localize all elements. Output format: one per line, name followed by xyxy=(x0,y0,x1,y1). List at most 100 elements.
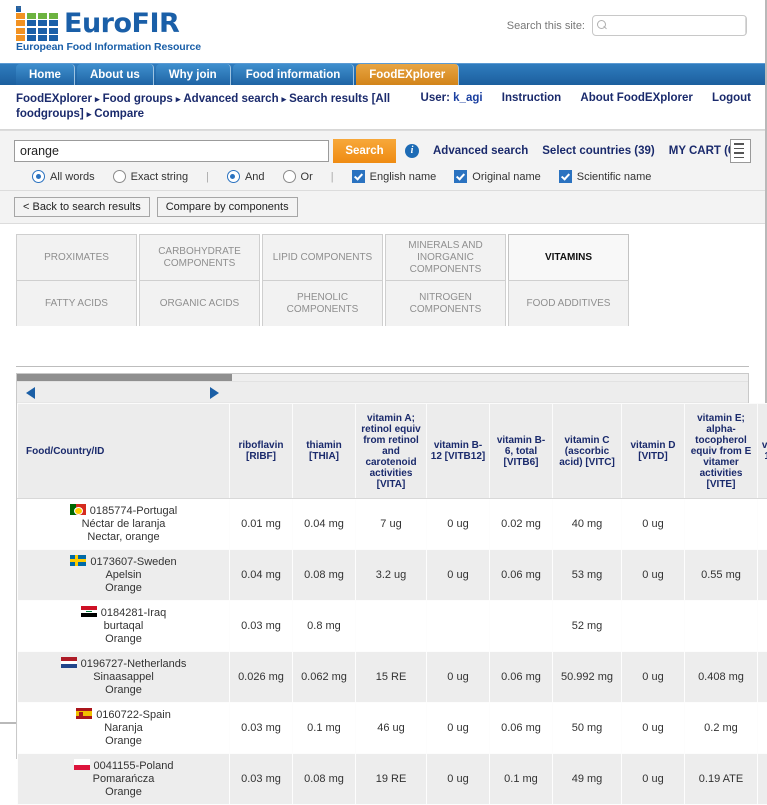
tab-carbohydrate-components[interactable]: CARBOHYDRATE COMPONENTS xyxy=(139,234,260,280)
column-header-vitamin-e[interactable]: vitamin E; alpha-tocopherol equiv from E… xyxy=(685,404,758,499)
tab-filler xyxy=(16,326,137,366)
food-english-name: Orange xyxy=(105,735,142,747)
link-instruction[interactable]: Instruction xyxy=(502,92,561,104)
nav-tab-food-information[interactable]: Food information xyxy=(233,64,355,85)
tab-phenolic-components[interactable]: PHENOLIC COMPONENTS xyxy=(262,280,383,326)
horizontal-scrollbar[interactable] xyxy=(17,374,748,382)
column-header-vitamin-b12[interactable]: vitamin B-12 [VITB12] xyxy=(427,404,490,499)
logo-grid-icon: ™ xyxy=(16,13,58,41)
site-search-input[interactable] xyxy=(593,16,745,35)
nav-tab-why-join[interactable]: Why join xyxy=(156,64,231,85)
tab-organic-acids[interactable]: ORGANIC ACIDS xyxy=(139,280,260,326)
option-exact-string[interactable]: Exact string xyxy=(113,170,188,183)
nav-tab-about-us[interactable]: About us xyxy=(77,64,154,85)
option-or[interactable]: Or xyxy=(283,170,313,183)
column-header-vitamin-a[interactable]: vitamin A; retinol equiv from retinol an… xyxy=(356,404,427,499)
breadcrumb-item-foodexplorer[interactable]: FoodEXplorer xyxy=(16,93,92,105)
column-header-vitamin-b6[interactable]: vitamin B-6, total [VITB6] xyxy=(490,404,553,499)
cell-vitamin-b6: 0.02 mg xyxy=(490,499,553,550)
tab-fatty-acids[interactable]: FATTY ACIDS xyxy=(16,280,137,326)
column-header-thiamin[interactable]: thiamin [THIA] xyxy=(293,404,356,499)
cell-food-country-id[interactable]: 0160722-SpainNaranjaOrange xyxy=(18,703,230,754)
breadcrumb-separator-icon: ▸ xyxy=(87,109,92,119)
info-icon[interactable]: i xyxy=(405,144,419,158)
site-search-submit-button[interactable]: » xyxy=(745,16,747,35)
tab-vitamins[interactable]: VITAMINS xyxy=(508,234,629,280)
tab-nitrogen-components[interactable]: NITROGEN COMPONENTS xyxy=(385,280,506,326)
column-header-vitamin-d[interactable]: vitamin D [VITD] xyxy=(622,404,685,499)
cell-vitamin-d: 0 ug xyxy=(622,754,685,805)
tab-proximates[interactable]: PROXIMATES xyxy=(16,234,137,280)
component-tabs-wrap: PROXIMATES CARBOHYDRATE COMPONENTS LIPID… xyxy=(0,224,765,367)
option-scientific-name[interactable]: Scientific name xyxy=(559,170,652,183)
link-select-countries[interactable]: Select countries (39) xyxy=(542,145,654,157)
cell-riboflavin: 0.01 mg xyxy=(230,499,293,550)
arrow-right-icon[interactable] xyxy=(210,387,219,399)
column-header-vitamin-k1[interactable]: vitamin K-1 [VITK1] xyxy=(758,404,767,499)
breadcrumb: FoodEXplorer▸Food groups▸Advanced search… xyxy=(16,92,476,122)
option-and[interactable]: And xyxy=(227,170,265,183)
link-about-foodexplorer[interactable]: About FoodEXplorer xyxy=(580,92,692,104)
table-head: Food/Country/ID riboflavin [RIBF] thiami… xyxy=(18,404,767,499)
table-row[interactable]: 0184281-IraqburtaqalOrange0.03 mg0.8 mg5… xyxy=(18,601,767,652)
radio-exact-string[interactable] xyxy=(113,170,126,183)
link-advanced-search[interactable]: Advanced search xyxy=(433,145,528,157)
radio-all-words[interactable] xyxy=(32,170,45,183)
eurofir-logo[interactable]: ™ EuroFIR xyxy=(16,10,179,41)
checkbox-original-name[interactable] xyxy=(454,170,467,183)
nav-tab-foodexplorer[interactable]: FoodEXplorer xyxy=(356,64,459,85)
cell-riboflavin: 0.03 mg xyxy=(230,703,293,754)
checkbox-english-name[interactable] xyxy=(352,170,365,183)
arrow-left-icon[interactable] xyxy=(26,387,35,399)
radio-or[interactable] xyxy=(283,170,296,183)
column-header-riboflavin[interactable]: riboflavin [RIBF] xyxy=(230,404,293,499)
cell-vitamin-b6: 0.1 mg xyxy=(490,754,553,805)
nav-tab-home[interactable]: Home xyxy=(16,64,75,85)
option-all-words[interactable]: All words xyxy=(32,170,95,183)
link-logout[interactable]: Logout xyxy=(712,92,751,104)
nutrient-comparison-table: Food/Country/ID riboflavin [RIBF] thiami… xyxy=(17,403,767,805)
search-button[interactable]: Search xyxy=(333,139,396,163)
cell-food-country-id[interactable]: 0173607-SwedenApelsinOrange xyxy=(18,550,230,601)
tab-food-additives[interactable]: FOOD ADDITIVES xyxy=(508,280,629,326)
radio-and[interactable] xyxy=(227,170,240,183)
cell-vitamin-d: 0 ug xyxy=(622,703,685,754)
column-header-food-country-id[interactable]: Food/Country/ID xyxy=(18,404,230,499)
tab-minerals-and-inorganic-components[interactable]: MINERALS AND INORGANIC COMPONENTS xyxy=(385,234,506,280)
cart-list-icon[interactable] xyxy=(730,139,751,163)
cell-food-country-id[interactable]: 0041155-PolandPomarańczaOrange xyxy=(18,754,230,805)
site-search: Search this site: » xyxy=(507,15,747,36)
option-original-name[interactable]: Original name xyxy=(454,170,540,183)
food-english-name: Nectar, orange xyxy=(87,531,159,543)
option-and-label: And xyxy=(245,171,265,183)
column-header-vitamin-c[interactable]: vitamin C (ascorbic acid) [VITC] xyxy=(553,404,622,499)
link-my-cart[interactable]: MY CART (0) xyxy=(669,145,738,157)
option-english-name[interactable]: English name xyxy=(352,170,437,183)
site-header: ™ EuroFIR European Food Information Reso… xyxy=(0,0,765,63)
cell-vitamin-k1 xyxy=(758,550,767,601)
cell-vitamin-a xyxy=(356,601,427,652)
table-row[interactable]: 0185774-PortugalNéctar de laranjaNectar,… xyxy=(18,499,767,550)
table-row[interactable]: 0160722-SpainNaranjaOrange0.03 mg0.1 mg4… xyxy=(18,703,767,754)
table-row[interactable]: 0041155-PolandPomarańczaOrange0.03 mg0.0… xyxy=(18,754,767,805)
breadcrumb-item-advanced-search[interactable]: Advanced search xyxy=(183,93,278,105)
cell-food-country-id[interactable]: 0184281-IraqburtaqalOrange xyxy=(18,601,230,652)
back-to-search-results-button[interactable]: < Back to search results xyxy=(14,197,150,217)
table-row[interactable]: 0196727-NetherlandsSinaasappelOrange0.02… xyxy=(18,652,767,703)
search-input[interactable] xyxy=(14,140,329,162)
compare-by-components-button[interactable]: Compare by components xyxy=(157,197,298,217)
cell-food-country-id[interactable]: 0185774-PortugalNéctar de laranjaNectar,… xyxy=(18,499,230,550)
tab-lipid-components[interactable]: LIPID COMPONENTS xyxy=(262,234,383,280)
cell-vitamin-k1 xyxy=(758,703,767,754)
cell-thiamin: 0.04 mg xyxy=(293,499,356,550)
checkbox-scientific-name[interactable] xyxy=(559,170,572,183)
site-search-box[interactable]: » xyxy=(592,15,747,36)
scrollbar-thumb[interactable] xyxy=(17,374,232,381)
table-row[interactable]: 0173607-SwedenApelsinOrange0.04 mg0.08 m… xyxy=(18,550,767,601)
cell-vitamin-e: 0.2 mg xyxy=(685,703,758,754)
breadcrumb-item-food-groups[interactable]: Food groups xyxy=(103,93,173,105)
option-scientific-name-label: Scientific name xyxy=(577,171,652,183)
user-label: User: xyxy=(421,92,450,104)
cell-food-country-id[interactable]: 0196727-NetherlandsSinaasappelOrange xyxy=(18,652,230,703)
breadcrumb-item-compare[interactable]: Compare xyxy=(94,108,144,120)
